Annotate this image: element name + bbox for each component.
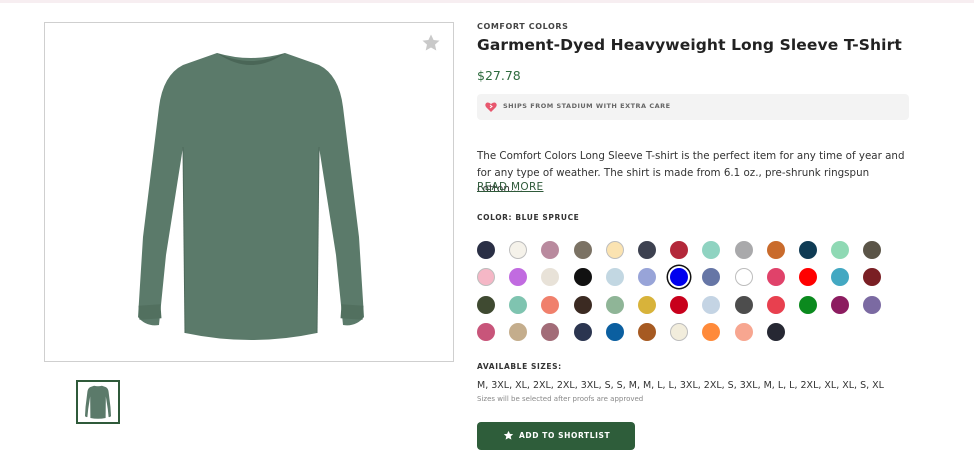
color-swatch[interactable] [831,268,849,286]
color-swatch[interactable] [541,241,559,259]
read-more-link[interactable]: READ MORE [477,181,544,193]
color-swatch[interactable] [509,241,527,259]
color-swatch[interactable] [831,241,849,259]
thumbnail-image [84,385,112,419]
color-swatch[interactable] [477,268,495,286]
star-icon[interactable] [421,33,441,53]
color-swatch[interactable] [735,323,753,341]
color-swatch[interactable] [638,241,656,259]
color-swatch[interactable] [799,268,817,286]
color-swatch[interactable] [638,268,656,286]
add-to-shortlist-label: ADD TO SHORTLIST [519,431,611,440]
color-swatch[interactable] [477,323,495,341]
color-swatch[interactable] [574,323,592,341]
color-swatch[interactable] [606,323,624,341]
shipping-banner: SHIPS FROM STADIUM WITH EXTRA CARE [477,94,909,120]
shipping-text: SHIPS FROM STADIUM WITH EXTRA CARE [503,102,671,110]
color-swatch[interactable] [767,323,785,341]
color-swatch[interactable] [863,268,881,286]
heart-icon [485,102,497,112]
color-swatch[interactable] [702,241,720,259]
color-swatch[interactable] [735,241,753,259]
color-swatch[interactable] [735,268,753,286]
brand-name: COMFORT COLORS [477,22,569,31]
color-swatch[interactable] [799,241,817,259]
color-swatch[interactable] [638,296,656,314]
color-swatch[interactable] [670,268,688,286]
color-swatch[interactable] [702,323,720,341]
color-swatch[interactable] [477,296,495,314]
color-swatch[interactable] [574,241,592,259]
color-swatch[interactable] [606,241,624,259]
color-swatch[interactable] [477,241,495,259]
color-swatch[interactable] [670,323,688,341]
color-swatch[interactable] [735,296,753,314]
product-thumbnail[interactable] [76,380,120,424]
color-swatch[interactable] [574,268,592,286]
color-swatch[interactable] [863,296,881,314]
color-swatch[interactable] [670,241,688,259]
product-image [138,53,364,340]
product-image-frame [44,22,454,362]
color-swatch[interactable] [767,268,785,286]
color-swatch[interactable] [702,296,720,314]
star-icon [503,430,514,440]
add-to-shortlist-button[interactable]: ADD TO SHORTLIST [477,422,635,450]
color-swatch[interactable] [863,241,881,259]
product-price: $27.78 [477,68,521,83]
color-swatch[interactable] [606,268,624,286]
color-swatch[interactable] [702,268,720,286]
top-accent-bar [0,0,974,3]
color-swatch[interactable] [638,323,656,341]
color-label: COLOR: BLUE SPRUCE [477,213,580,222]
color-swatch[interactable] [606,296,624,314]
color-swatch[interactable] [670,296,688,314]
color-swatch[interactable] [767,296,785,314]
sizes-label: AVAILABLE SIZES: [477,362,562,371]
color-swatch[interactable] [509,323,527,341]
color-swatch[interactable] [574,296,592,314]
color-swatch[interactable] [541,268,559,286]
sizes-list: M, 3XL, XL, 2XL, 2XL, 3XL, S, S, M, M, L… [477,380,884,391]
sizes-note: Sizes will be selected after proofs are … [477,395,644,403]
color-swatch[interactable] [509,268,527,286]
color-swatch[interactable] [541,323,559,341]
product-title: Garment-Dyed Heavyweight Long Sleeve T-S… [477,36,902,54]
color-swatch[interactable] [541,296,559,314]
color-swatch[interactable] [767,241,785,259]
color-swatch[interactable] [831,296,849,314]
color-swatch[interactable] [799,296,817,314]
color-swatch[interactable] [509,296,527,314]
